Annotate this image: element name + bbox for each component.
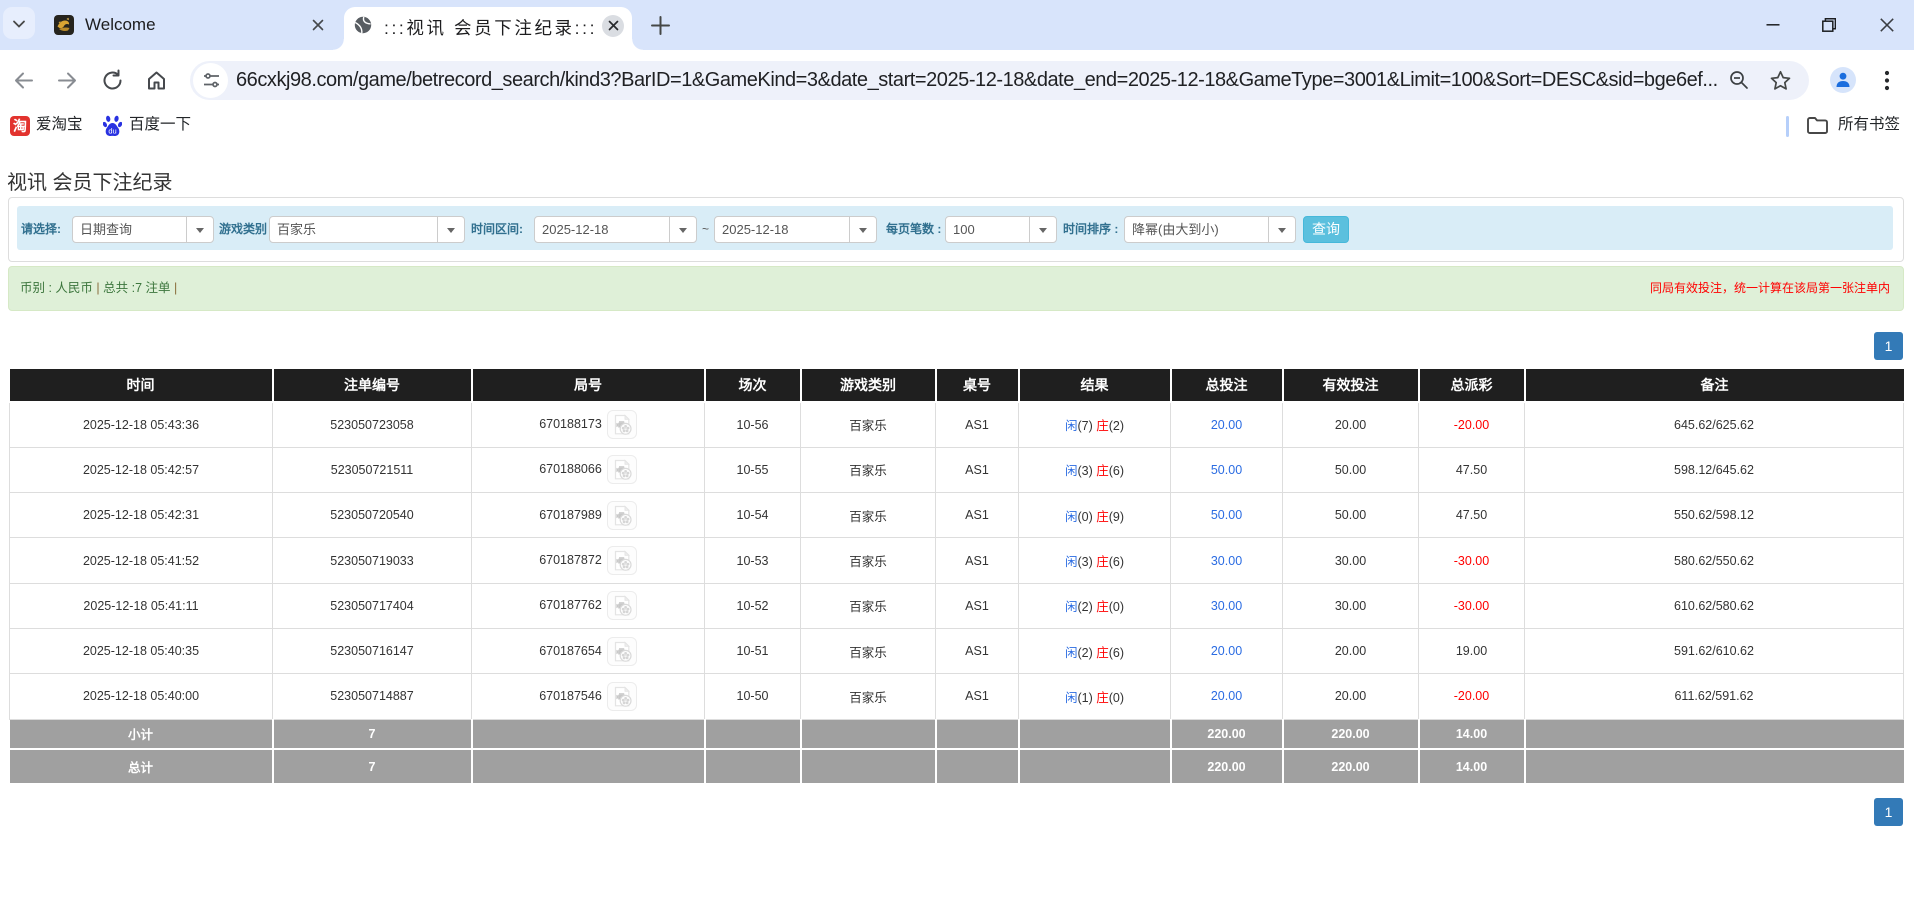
svg-text:du: du [108, 126, 116, 135]
